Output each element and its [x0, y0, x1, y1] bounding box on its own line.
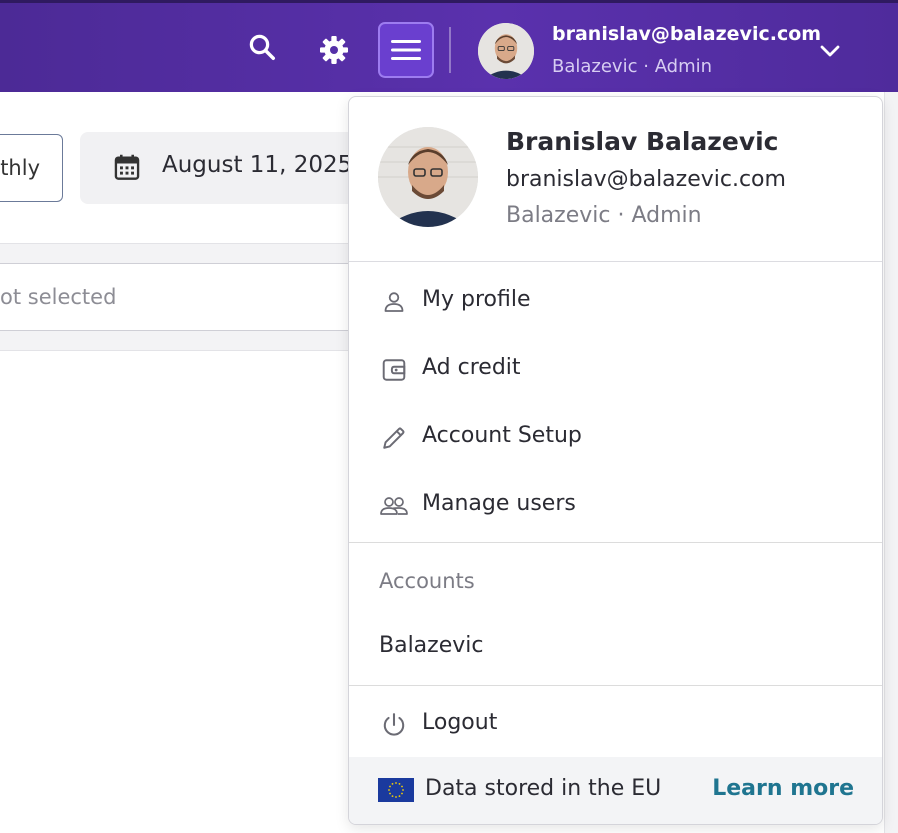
users-icon — [379, 491, 409, 521]
topbar-divider — [449, 27, 451, 73]
wallet-icon — [379, 355, 409, 385]
calendar-icon — [113, 153, 141, 181]
hamburger-icon — [391, 40, 421, 60]
page-edge — [884, 92, 898, 833]
chevron-down-icon[interactable] — [816, 37, 844, 65]
menu-item-account-setup[interactable]: Account Setup — [349, 405, 882, 469]
data-residency-footer: Data stored in the EU Learn more — [349, 757, 882, 824]
dropdown-user-email: branislav@balazevic.com — [506, 167, 786, 192]
dropdown-user-role: Balazevic · Admin — [506, 203, 702, 228]
topbar-user-email[interactable]: branislav@balazevic.com — [552, 23, 821, 45]
menu-divider — [349, 542, 882, 543]
pencil-icon — [379, 423, 409, 453]
logout-label: Logout — [422, 710, 498, 735]
avatar[interactable] — [478, 23, 534, 79]
data-residency-text: Data stored in the EU — [425, 776, 662, 801]
power-icon — [379, 710, 409, 740]
user-dropdown-menu: Branislav Balazevic branislav@balazevic.… — [348, 96, 883, 825]
learn-more-link[interactable]: Learn more — [712, 776, 854, 801]
menu-item-manage-users[interactable]: Manage users — [349, 473, 882, 537]
menu-item-my-profile[interactable]: My profile — [349, 269, 882, 333]
period-select-button[interactable]: thly — [0, 134, 63, 202]
logout-button[interactable]: Logout — [349, 692, 882, 756]
search-icon[interactable] — [244, 29, 280, 65]
date-range-text: August 11, 2025 - — [162, 152, 368, 178]
filter-select-placeholder: ot selected — [0, 285, 117, 309]
eu-flag-icon — [378, 778, 414, 802]
filter-select[interactable]: ot selected — [0, 263, 362, 331]
menu-item-label: Account Setup — [422, 423, 582, 448]
top-navigation-bar: branislav@balazevic.com Balazevic · Admi… — [0, 0, 898, 92]
person-icon — [379, 287, 409, 317]
accounts-section-title: Accounts — [379, 569, 475, 593]
account-item-balazevic[interactable]: Balazevic — [379, 633, 483, 658]
section-divider — [0, 331, 360, 351]
date-range-picker[interactable]: August 11, 2025 - — [80, 132, 380, 204]
menu-item-label: My profile — [422, 287, 531, 312]
avatar — [378, 127, 478, 227]
menu-item-ad-credit[interactable]: Ad credit — [349, 337, 882, 401]
section-divider — [0, 243, 360, 263]
menu-item-label: Ad credit — [422, 355, 521, 380]
gear-icon[interactable] — [315, 31, 353, 69]
hamburger-menu-button[interactable] — [378, 22, 434, 78]
dropdown-user-header: Branislav Balazevic branislav@balazevic.… — [349, 97, 882, 262]
menu-item-label: Manage users — [422, 491, 576, 516]
dropdown-user-name: Branislav Balazevic — [506, 127, 779, 156]
topbar-user-role: Balazevic · Admin — [552, 56, 713, 77]
menu-divider — [349, 685, 882, 686]
